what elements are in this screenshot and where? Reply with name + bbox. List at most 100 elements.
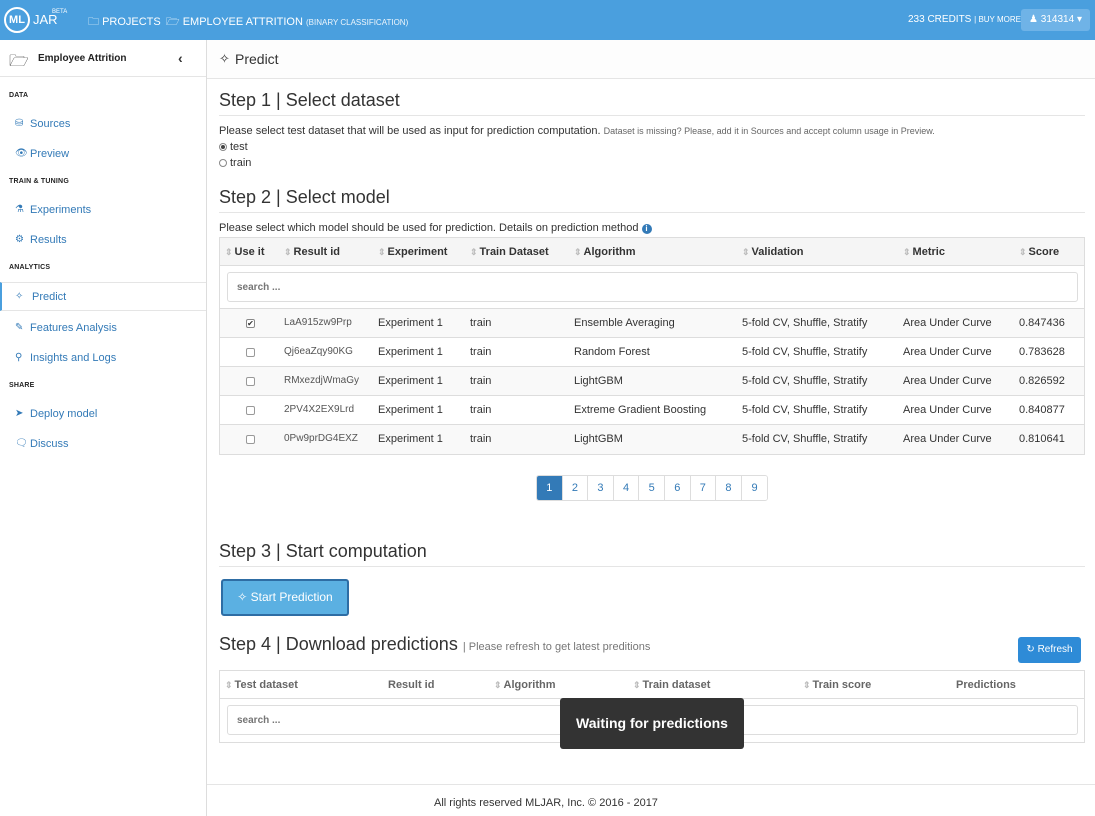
column-header-test-dataset[interactable]: ⇕ Test dataset — [225, 679, 298, 691]
sidebar-item-sources[interactable]: ⛁ Sources — [0, 111, 206, 137]
cell-score: 0.783628 — [1019, 346, 1065, 358]
cell-validation: 5-fold CV, Shuffle, Stratify — [742, 317, 868, 329]
column-header-algorithm[interactable]: ⇕ Algorithm — [494, 679, 556, 691]
cell-train-dataset: train — [470, 375, 492, 387]
table-row[interactable]: 2PV4X2EX9Lrd Experiment 1 train Extreme Gra… — [220, 396, 1084, 425]
step2-desc-text: Please select which model should be used… — [219, 222, 639, 234]
table-row[interactable]: Qj6eaZqy90KG Experiment 1 train Random Fore… — [220, 338, 1084, 367]
start-prediction-label: Start Prediction — [250, 590, 333, 604]
footer-copyright: All rights reserved MLJAR, Inc. © 2016 -… — [434, 797, 658, 809]
use-it-checkbox[interactable] — [246, 377, 255, 386]
cell-result-id: RMxezdjWmaGy — [284, 375, 360, 386]
refresh-button[interactable]: ↻ Refresh — [1018, 637, 1081, 663]
table-row[interactable]: RMxezdjWmaGy Experiment 1 train LightGBM 5-f… — [220, 367, 1084, 396]
table-row[interactable]: ✔ LaA915zw9Prp Experiment 1 train Ensemble A… — [220, 309, 1084, 338]
page-title: Predict — [235, 51, 279, 67]
column-header-algorithm[interactable]: ⇕ Algorithm — [574, 246, 636, 258]
table-row[interactable]: 0Pw9prDG4EXZ Experiment 1 train LightGBM 5-f… — [220, 425, 1084, 454]
sidebar-item-discuss[interactable]: 🗨 Discuss — [0, 431, 206, 457]
page-button-4[interactable]: 4 — [613, 476, 640, 500]
radio-button-checked[interactable] — [219, 143, 227, 151]
waiting-tooltip: Waiting for predictions — [560, 698, 744, 749]
sort-icon: ⇕ — [903, 247, 911, 257]
cell-score: 0.810641 — [1019, 433, 1065, 445]
column-header-experiment[interactable]: ⇕ Experiment — [378, 246, 447, 258]
mljar-logo[interactable]: ML — [4, 7, 30, 33]
column-header-result-id[interactable]: Result id — [388, 679, 434, 691]
cell-result-id: 2PV4X2EX9Lrd — [284, 404, 355, 415]
page-button-2[interactable]: 2 — [562, 476, 589, 500]
buy-more-link[interactable]: | BUY MORE — [974, 15, 1021, 24]
step2-description: Please select which model should be used… — [219, 222, 652, 234]
sort-icon: ⇕ — [1019, 247, 1027, 257]
use-it-checkbox-checked[interactable]: ✔ — [246, 319, 255, 328]
sort-icon: ⇕ — [225, 680, 233, 690]
sidebar-item-features[interactable]: ✎ Features Analysis — [0, 315, 206, 341]
user-menu-button[interactable]: ♟ 314314 ▾ — [1021, 9, 1090, 31]
sort-icon: ⇕ — [803, 680, 811, 690]
gears-icon: ⚙ — [15, 234, 24, 245]
page-button-1[interactable]: 1 — [537, 476, 563, 500]
radio-button[interactable] — [219, 159, 227, 167]
nav-project-link[interactable]: 🗁 EMPLOYEE ATTRITION (BINARY CLASSIFICAT… — [166, 13, 408, 32]
column-header-result-id[interactable]: ⇕ Result id — [284, 246, 340, 258]
models-search-input[interactable] — [227, 272, 1078, 302]
caret-down-icon: ▾ — [1076, 14, 1082, 25]
refresh-icon: ↻ — [1026, 644, 1035, 655]
page-button-5[interactable]: 5 — [639, 476, 665, 500]
sidebar-item-label: Insights and Logs — [30, 352, 117, 364]
page-header: ✧ Predict — [207, 40, 1095, 79]
sidebar-item-label: Sources — [30, 118, 71, 130]
sidebar-item-results[interactable]: ⚙ Results — [0, 227, 206, 253]
cell-experiment: Experiment 1 — [378, 346, 443, 358]
radio-train[interactable]: train — [219, 157, 251, 169]
pagination: 123456789 — [536, 475, 769, 501]
page-button-7[interactable]: 7 — [690, 476, 717, 500]
sidebar-item-insights[interactable]: ⚲ Insights and Logs — [0, 345, 206, 371]
column-header-score[interactable]: ⇕ Score — [1019, 246, 1059, 258]
cell-experiment: Experiment 1 — [378, 433, 443, 445]
collapse-sidebar-icon[interactable]: ‹ — [178, 50, 183, 66]
cell-metric: Area Under Curve — [903, 404, 992, 416]
column-header-metric[interactable]: ⇕ Metric — [903, 246, 945, 258]
nav-project-name: EMPLOYEE ATTRITION — [182, 16, 303, 28]
sidebar-item-label: Experiments — [30, 204, 92, 216]
radio-test[interactable]: test — [219, 141, 248, 153]
logo-ml-text: ML — [9, 14, 25, 26]
column-header-validation[interactable]: ⇕ Validation — [742, 246, 804, 258]
page-button-8[interactable]: 8 — [716, 476, 742, 500]
cell-train-dataset: train — [470, 433, 492, 445]
table-search-row — [220, 266, 1084, 309]
use-it-checkbox[interactable] — [246, 435, 255, 444]
cell-train-dataset: train — [470, 317, 492, 329]
folder-open-icon: 🗁 — [9, 53, 29, 70]
credits-info: 233 CREDITS | BUY MORE — [908, 14, 1021, 25]
nav-projects-link[interactable]: 🗀 PROJECTS — [88, 13, 161, 32]
sidebar-item-predict[interactable]: ✧ Predict — [0, 282, 206, 311]
page-button-3[interactable]: 3 — [588, 476, 614, 500]
column-header-predictions[interactable]: Predictions — [956, 679, 1016, 691]
sidebar-item-deploy[interactable]: ➤ Deploy model — [0, 401, 206, 427]
info-icon[interactable]: i — [641, 224, 652, 234]
folder-open-icon: 🗁 — [166, 16, 180, 28]
table-header: ⇕ Test dataset Result id ⇕ Algorithm ⇕ Trai… — [220, 671, 1084, 699]
start-prediction-button[interactable]: ✧ Start Prediction — [221, 579, 349, 616]
sidebar-item-preview[interactable]: 👁 Preview — [0, 141, 206, 167]
column-header-train-dataset[interactable]: ⇕ Train Dataset — [470, 246, 549, 258]
sidebar-item-label: Predict — [32, 291, 67, 303]
cell-validation: 5-fold CV, Shuffle, Stratify — [742, 375, 868, 387]
sidebar-item-experiments[interactable]: ⚗ Experiments — [0, 197, 206, 223]
dataset-missing-note: Dataset is missing? Please, add it in So… — [603, 126, 935, 136]
database-icon: ⛁ — [15, 118, 24, 129]
eye-icon: 👁 — [15, 148, 28, 159]
main-content: ✧ Predict Step 1 | Select dataset Please… — [207, 40, 1095, 816]
use-it-checkbox[interactable] — [246, 348, 255, 357]
logo-beta-badge: BETA — [52, 9, 68, 15]
page-button-9[interactable]: 9 — [741, 476, 768, 500]
column-header-use-it[interactable]: ⇕ Use it — [225, 246, 265, 258]
cell-algorithm: LightGBM — [574, 433, 623, 445]
column-header-train-score[interactable]: ⇕ Train score — [803, 679, 871, 691]
column-header-train-dataset[interactable]: ⇕ Train dataset — [633, 679, 710, 691]
use-it-checkbox[interactable] — [246, 406, 255, 415]
page-button-6[interactable]: 6 — [664, 476, 691, 500]
